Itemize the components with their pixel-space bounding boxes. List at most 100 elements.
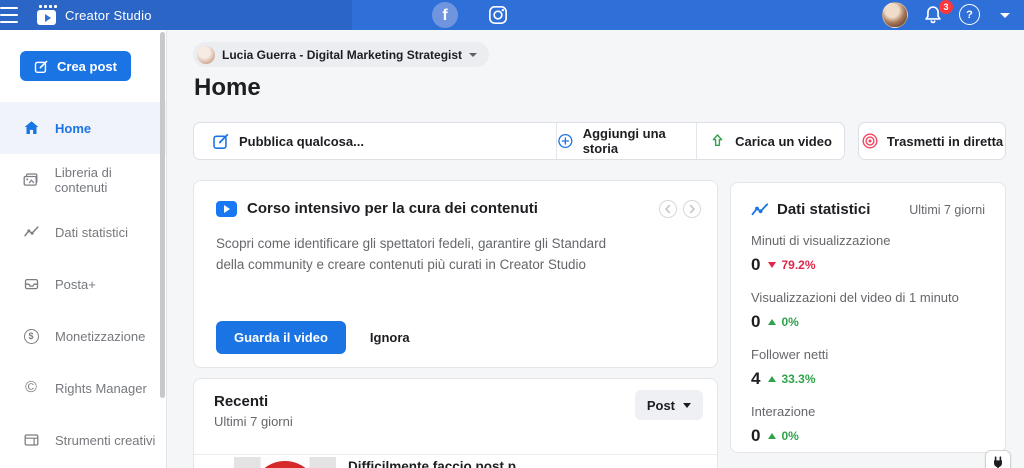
sidebar-item-label: Posta+	[55, 277, 96, 292]
sidebar-item-inbox[interactable]: Posta+	[0, 258, 166, 310]
create-post-label: Crea post	[57, 59, 117, 74]
content-library-icon	[22, 172, 40, 188]
question-icon: ?	[966, 9, 973, 21]
upload-video-label: Carica un video	[735, 134, 832, 149]
sidebar-item-rights-manager[interactable]: © Rights Manager	[0, 362, 166, 414]
main-content: Lucia Guerra - Digital Marketing Strateg…	[167, 30, 1024, 468]
recent-subtitle: Ultimi 7 giorni	[214, 414, 697, 429]
hamburger-menu-icon[interactable]	[0, 7, 20, 23]
insights-chart-icon	[751, 201, 769, 218]
add-story-label: Aggiungi una storia	[583, 126, 696, 156]
trend-down-icon	[768, 262, 776, 268]
sidebar-item-creative-tools[interactable]: Strumenti creativi	[0, 414, 166, 466]
user-avatar[interactable]	[882, 2, 908, 28]
chevron-left-icon	[662, 203, 674, 215]
chevron-right-icon	[686, 203, 698, 215]
inbox-icon	[22, 276, 40, 292]
metric-value: 4	[751, 369, 760, 389]
sidebar-item-label: Libreria di contenuti	[55, 165, 166, 195]
sidebar-item-label: Rights Manager	[55, 381, 147, 396]
trend-up-icon	[768, 433, 776, 439]
add-story-button[interactable]: Aggiungi una storia	[556, 123, 696, 159]
notifications-button[interactable]: 3	[922, 4, 946, 28]
sidebar-item-content-library[interactable]: Libreria di contenuti	[0, 154, 166, 206]
help-button[interactable]: ?	[959, 4, 980, 25]
carousel-next-button[interactable]	[683, 200, 701, 218]
metric-value: 0	[751, 426, 760, 446]
metric-change: 33.3%	[781, 372, 815, 386]
metric-change: 79.2%	[781, 258, 815, 272]
sidebar-item-home[interactable]: Home	[0, 102, 166, 154]
watch-video-button[interactable]: Guarda il video	[216, 321, 346, 354]
create-post-button[interactable]: Crea post	[20, 51, 131, 81]
metric-change: 0%	[781, 429, 798, 443]
sidebar-item-label: Strumenti creativi	[55, 433, 155, 448]
metric-one-minute-views: Visualizzazioni del video di 1 minuto 0 …	[751, 290, 985, 332]
facebook-icon: f	[442, 7, 447, 25]
support-widget-button[interactable]	[985, 450, 1011, 468]
metric-change: 0%	[781, 315, 798, 329]
sidebar-item-label: Dati statistici	[55, 225, 128, 240]
promo-card: Corso intensivo per la cura dei contenut…	[193, 180, 718, 368]
post-type-dropdown[interactable]: Post	[635, 390, 703, 420]
plus-circle-icon	[557, 132, 574, 150]
dollar-icon: $	[22, 329, 40, 344]
top-bar: Creator Studio f 3 ?	[0, 0, 1024, 30]
notification-badge: 3	[939, 0, 953, 14]
sidebar-item-insights[interactable]: Dati statistici	[0, 206, 166, 258]
carousel-prev-button[interactable]	[659, 200, 677, 218]
post-type-label: Post	[647, 398, 675, 413]
chevron-down-icon	[469, 53, 477, 57]
page-name: Lucia Guerra - Digital Marketing Strateg…	[222, 48, 462, 62]
creative-tools-icon	[22, 432, 40, 448]
go-live-button[interactable]: Trasmetti in diretta	[858, 122, 1006, 160]
chevron-down-icon	[683, 403, 691, 408]
post-title: Difficilmente faccio post p	[348, 459, 516, 468]
dismiss-button[interactable]: Ignora	[370, 330, 410, 345]
page-avatar	[197, 46, 215, 64]
metric-watch-minutes: Minuti di visualizzazione 0 79.2%	[751, 233, 985, 275]
recent-posts-card: Recenti Ultimi 7 giorni Post Difficilmen…	[193, 378, 718, 468]
line-chart-icon	[22, 224, 40, 240]
creator-studio-screen: Creator Studio f 3 ?	[0, 0, 1024, 468]
insights-title: Dati statistici	[777, 201, 870, 218]
sidebar-item-label: Monetizzazione	[55, 329, 145, 344]
quick-actions-bar: Pubblica qualcosa... Aggiungi una storia…	[193, 122, 1006, 160]
promo-description: Scopri come identificare gli spettatori …	[216, 234, 624, 276]
sidebar-item-monetization[interactable]: $ Monetizzazione	[0, 310, 166, 362]
creator-studio-logo-icon	[37, 4, 57, 26]
publish-something-button[interactable]: Pubblica qualcosa...	[194, 123, 556, 159]
video-play-icon	[216, 201, 237, 217]
promo-title: Corso intensivo per la cura dei contenut…	[247, 200, 538, 217]
insights-card: Dati statistici Ultimi 7 giorni Minuti d…	[730, 182, 1006, 453]
instagram-tab[interactable]	[487, 4, 509, 31]
sidebar-scrollbar[interactable]	[160, 32, 165, 398]
publish-label: Pubblica qualcosa...	[239, 134, 364, 149]
metric-engagement: Interazione 0 0%	[751, 404, 985, 446]
trend-up-icon	[768, 319, 776, 325]
insights-period: Ultimi 7 giorni	[909, 203, 985, 217]
broadcast-icon	[861, 132, 879, 150]
metric-net-followers: Follower netti 4 33.3%	[751, 347, 985, 389]
copyright-icon: ©	[22, 380, 40, 396]
instagram-icon	[487, 4, 509, 26]
upload-arrow-icon	[709, 132, 726, 150]
compose-icon	[34, 59, 49, 74]
compose-icon	[212, 132, 230, 150]
trend-up-icon	[768, 376, 776, 382]
sidebar: Crea post Home Libreria di cont	[0, 30, 167, 468]
facebook-tab[interactable]: f	[432, 2, 458, 28]
page-selector[interactable]: Lucia Guerra - Digital Marketing Strateg…	[193, 42, 489, 67]
page-title: Home	[194, 74, 261, 102]
recent-title: Recenti	[214, 393, 697, 410]
go-live-label: Trasmetti in diretta	[887, 134, 1003, 149]
promo-carousel-controls	[659, 200, 701, 218]
sidebar-item-label: Home	[55, 121, 91, 136]
metric-value: 0	[751, 255, 760, 275]
account-menu-caret-icon[interactable]	[1000, 13, 1010, 18]
app-name: Creator Studio	[65, 8, 152, 23]
metric-value: 0	[751, 312, 760, 332]
post-list-item[interactable]: Difficilmente faccio post p	[194, 455, 717, 468]
home-icon	[22, 120, 40, 136]
upload-video-button[interactable]: Carica un video	[696, 123, 844, 159]
